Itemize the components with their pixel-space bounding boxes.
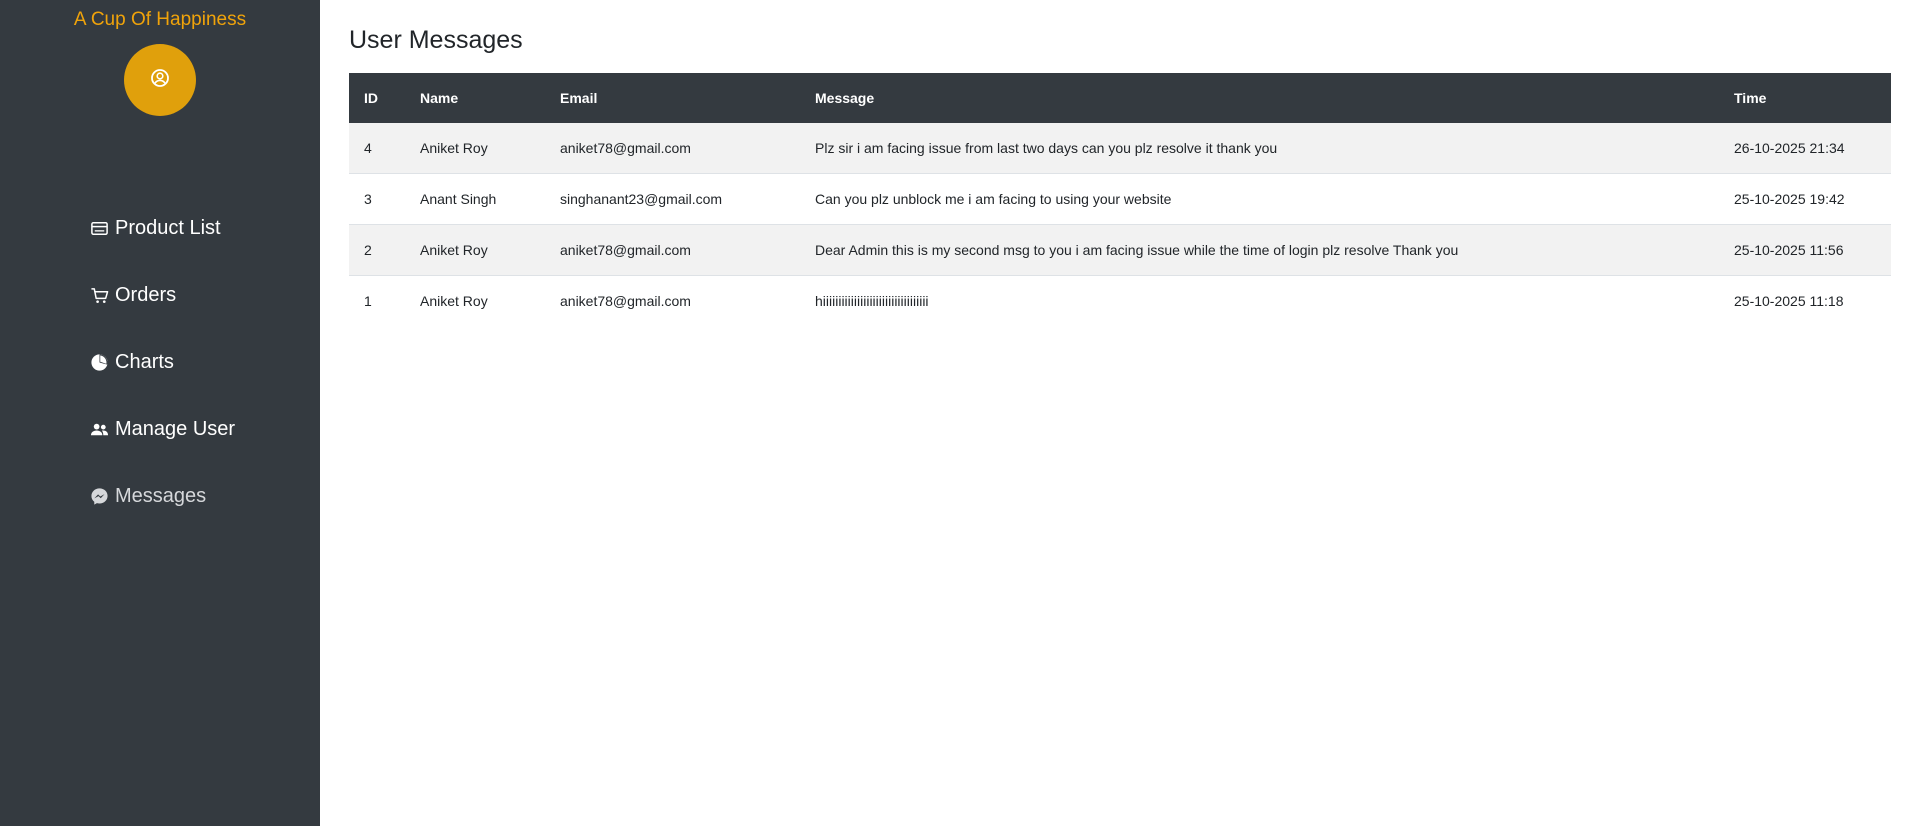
column-header-time: Time <box>1719 73 1891 123</box>
cell-email: aniket78@gmail.com <box>560 293 691 309</box>
cell-message: hiiiiiiiiiiiiiiiiiiiiiiiiiiiiiiiiii <box>815 293 929 309</box>
card-icon <box>89 219 109 239</box>
sidebar-item-label: Manage User <box>115 418 236 440</box>
cell-name: Aniket Roy <box>420 293 488 309</box>
cell-time: 25-10-2025 11:56 <box>1719 224 1891 276</box>
sidebar-item-label: Orders <box>115 284 177 306</box>
cell-id: 3 <box>349 173 405 225</box>
messages-table: ID Name Email Message Time 4 Aniket Roy … <box>349 73 1891 326</box>
cell-email: aniket78@gmail.com <box>545 123 800 174</box>
cell-time: 26-10-2025 21:34 <box>1719 123 1891 174</box>
main-content: User Messages ID Name Email Message Time… <box>320 0 1920 826</box>
table-row: 3 Anant Singh singhanant23@gmail.com Can… <box>349 173 1891 225</box>
cell-time: 25-10-2025 11:18 <box>1734 293 1844 309</box>
app: A Cup Of Happiness Product List Orders C… <box>0 0 1920 826</box>
page-title: User Messages <box>349 26 523 54</box>
table-header-row: ID Name Email Message Time <box>349 73 1891 123</box>
column-header-name: Name <box>405 73 545 123</box>
cell-message: Plz sir i am facing issue from last two … <box>800 123 1719 174</box>
cell-name: Anant Singh <box>405 173 545 225</box>
sidebar-item-messages[interactable]: Messages <box>89 463 235 530</box>
cell-id: 4 <box>349 123 405 174</box>
cell-name: Aniket Roy <box>405 123 545 174</box>
users-icon <box>89 420 109 440</box>
cell-email: aniket78@gmail.com <box>545 224 800 276</box>
cell-name: Aniket Roy <box>405 224 545 276</box>
pie-chart-icon <box>89 353 109 373</box>
cell-id: 2 <box>349 224 405 276</box>
avatar[interactable] <box>124 44 196 116</box>
sidebar-item-label: Messages <box>115 485 207 507</box>
column-header-email: Email <box>545 73 800 123</box>
sidebar: A Cup Of Happiness Product List Orders C… <box>0 0 320 826</box>
cell-message: Dear Admin this is my second msg to you … <box>800 224 1719 276</box>
column-header-id: ID <box>349 73 405 123</box>
messenger-icon <box>89 487 109 507</box>
user-circle-icon <box>150 68 170 93</box>
sidebar-nav: Product List Orders Charts Manage User M… <box>89 195 235 530</box>
sidebar-item-label: Product List <box>115 217 221 239</box>
brand-title: A Cup Of Happiness <box>73 9 247 30</box>
cell-id: 1 <box>364 293 372 309</box>
table-row: 2 Aniket Roy aniket78@gmail.com Dear Adm… <box>349 224 1891 276</box>
table-row: 1 Aniket Roy aniket78@gmail.com hiiiiiii… <box>349 276 1891 327</box>
cell-time: 25-10-2025 19:42 <box>1719 173 1891 225</box>
sidebar-item-orders[interactable]: Orders <box>89 262 235 329</box>
cart-icon <box>89 286 109 306</box>
sidebar-item-label: Charts <box>115 351 174 373</box>
column-header-message: Message <box>800 73 1719 123</box>
table-row: 4 Aniket Roy aniket78@gmail.com Plz sir … <box>349 123 1891 174</box>
sidebar-item-charts[interactable]: Charts <box>89 329 235 396</box>
sidebar-item-manage-user[interactable]: Manage User <box>89 396 235 463</box>
sidebar-item-product-list[interactable]: Product List <box>89 195 235 262</box>
cell-email: singhanant23@gmail.com <box>545 173 800 225</box>
cell-message: Can you plz unblock me i am facing to us… <box>800 173 1719 225</box>
